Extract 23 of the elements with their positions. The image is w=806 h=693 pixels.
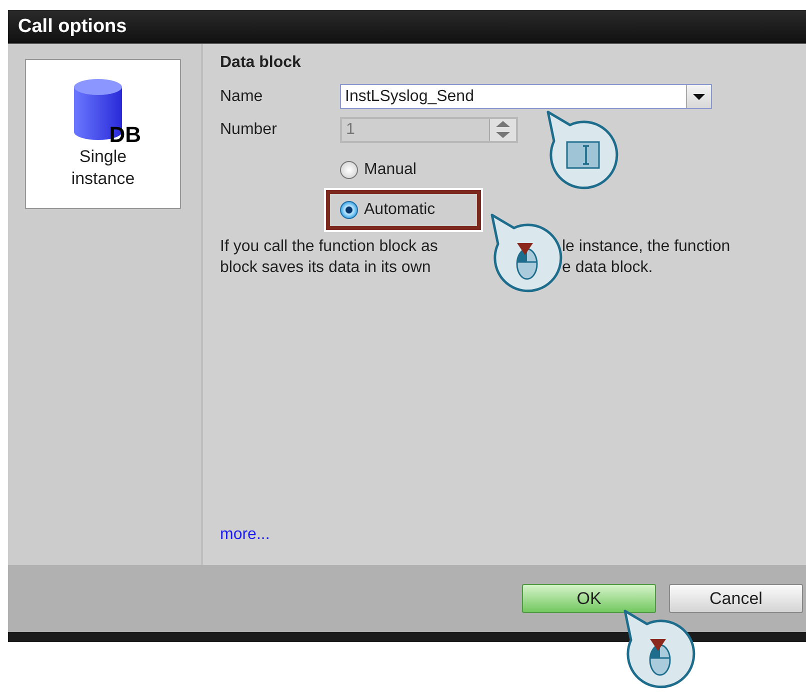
description-text: If you call the function block as xyxy=(220,237,439,257)
name-dropdown[interactable]: InstLSyslog_Send xyxy=(340,84,712,109)
description-text: e data block. xyxy=(562,258,653,278)
text-cursor-callout-icon xyxy=(546,110,620,192)
icon-label: DB xyxy=(109,124,141,146)
radio-option[interactable]: Manual xyxy=(340,161,416,179)
mouse-click-callout-icon xyxy=(623,609,697,691)
description-text: le instance, the function xyxy=(562,237,730,257)
field-label: Name xyxy=(220,88,264,106)
description-text: block saves its data in its own xyxy=(220,258,432,278)
radio-button[interactable] xyxy=(340,201,358,219)
cancel-button[interactable]: Cancel xyxy=(669,584,803,613)
more-link[interactable]: more... xyxy=(220,526,270,544)
window-title: Call options xyxy=(8,10,806,44)
section-heading: Data block xyxy=(220,54,302,73)
ok-button[interactable]: OK xyxy=(522,584,656,613)
mouse-click-callout-icon xyxy=(490,213,564,295)
radio-option[interactable]: Automatic xyxy=(340,201,436,219)
radio-button[interactable] xyxy=(340,161,358,179)
field-label: Number xyxy=(220,120,278,138)
dropdown-arrow-icon[interactable] xyxy=(693,94,705,100)
card-label: Single instance xyxy=(70,146,136,190)
block-type-card[interactable]: DB Single instance xyxy=(25,59,181,209)
